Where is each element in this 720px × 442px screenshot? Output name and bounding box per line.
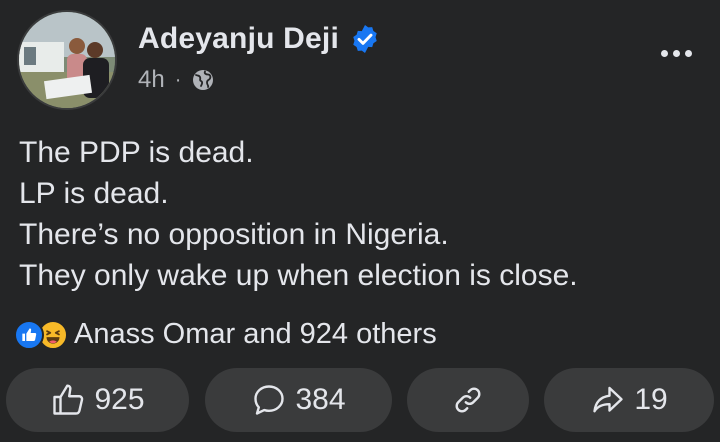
thumbs-up-icon (50, 382, 86, 418)
like-reaction-icon (14, 319, 44, 350)
globe-icon (191, 68, 215, 92)
verified-badge-icon (349, 23, 381, 55)
post-actions: 925 384 19 (6, 368, 714, 432)
comment-bubble-icon (251, 382, 287, 418)
post-meta: 4h · (138, 66, 215, 94)
avatar-photo (19, 12, 115, 108)
post-line: They only wake up when election is close… (19, 259, 578, 292)
more-horizontal-icon (660, 49, 668, 57)
link-icon (450, 382, 486, 418)
post-body: The PDP is dead. LP is dead. There’s no … (19, 132, 699, 296)
author-row: Adeyanju Deji (138, 22, 381, 56)
like-button[interactable]: 925 (6, 368, 189, 432)
meta-separator: · (174, 68, 182, 91)
reaction-icons (14, 319, 68, 350)
share-button[interactable]: 19 (544, 368, 714, 432)
author-avatar[interactable] (17, 10, 117, 110)
post-time[interactable]: 4h (138, 66, 165, 94)
post-line: There’s no opposition in Nigeria. (19, 218, 449, 251)
more-dot (684, 49, 692, 57)
author-name[interactable]: Adeyanju Deji (138, 22, 339, 56)
comment-button[interactable]: 384 (205, 368, 392, 432)
comment-count: 384 (295, 383, 346, 416)
more-dot (672, 49, 680, 57)
reactions-summary[interactable]: Anass Omar and 924 others (14, 318, 437, 351)
share-arrow-icon (590, 382, 626, 418)
more-options-button[interactable] (654, 38, 698, 68)
like-count: 925 (94, 383, 145, 416)
post-card: Adeyanju Deji 4h · The PDP is dead. LP i… (0, 0, 720, 442)
share-count: 19 (634, 383, 668, 416)
post-line: LP is dead. (19, 177, 169, 210)
reactions-summary-text: Anass Omar and 924 others (74, 318, 437, 350)
post-line: The PDP is dead. (19, 136, 254, 169)
copy-link-button[interactable] (407, 368, 529, 432)
